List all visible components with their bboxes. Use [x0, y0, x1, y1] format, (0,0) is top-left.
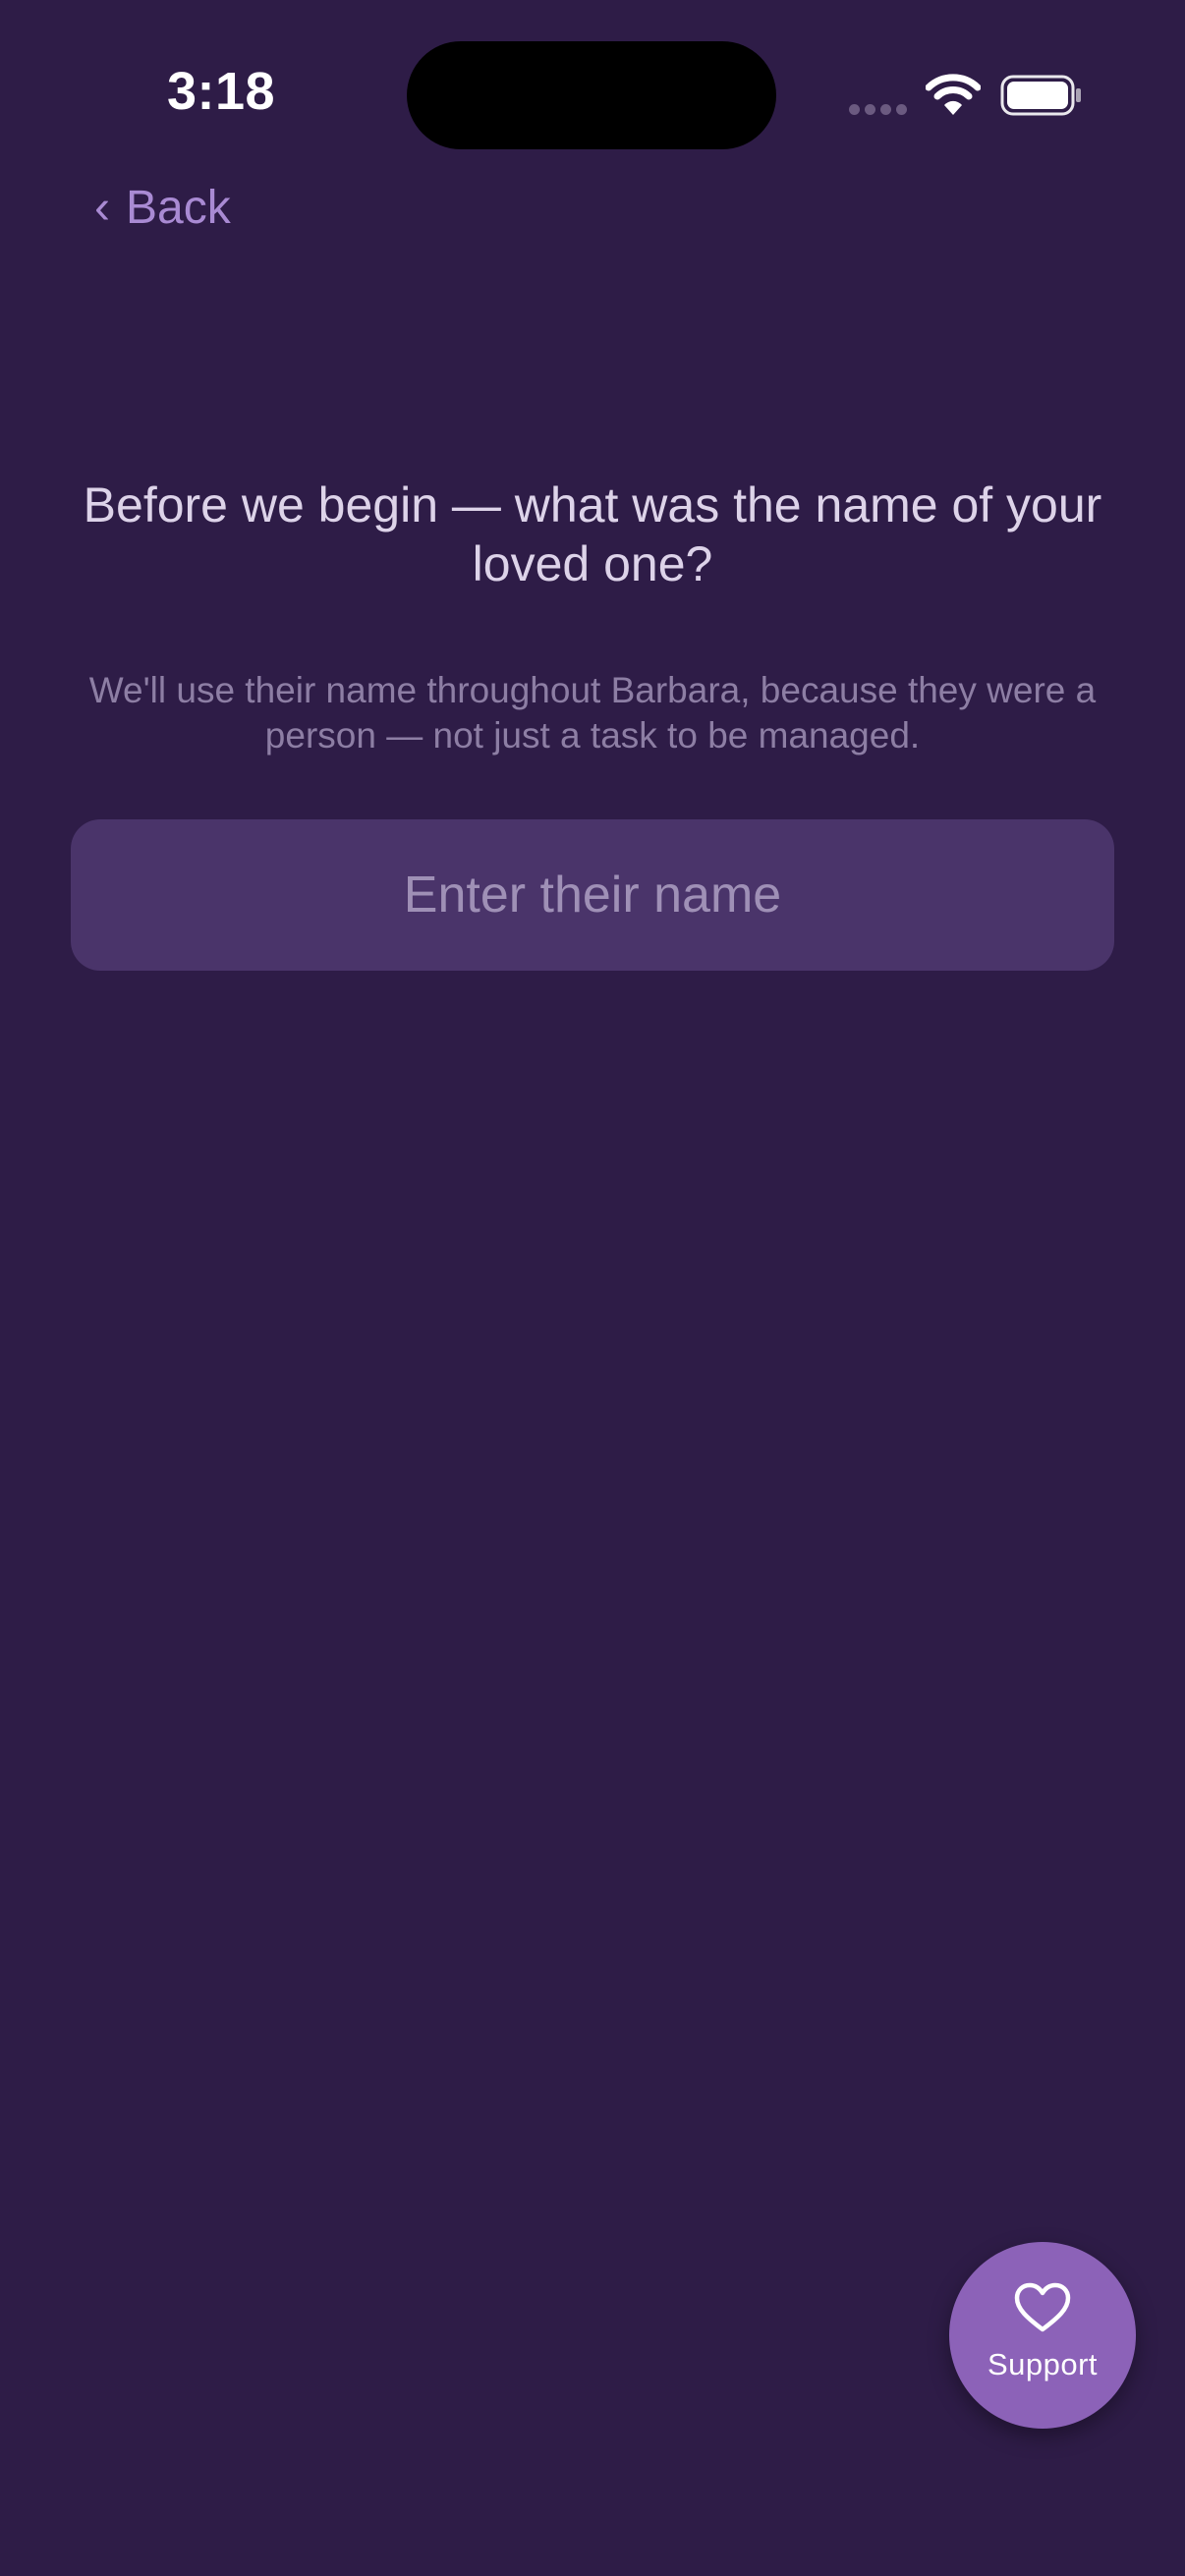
cellular-signal-icon [849, 104, 908, 116]
support-button[interactable]: Support [949, 2242, 1136, 2429]
status-time: 3:18 [167, 62, 276, 121]
status-bar: 3:18 [0, 0, 1185, 187]
battery-icon [1000, 75, 1081, 116]
question-subtitle: We'll use their name throughout Barbara,… [88, 670, 1097, 756]
dynamic-island [407, 41, 776, 149]
back-button[interactable]: ‹ Back [94, 181, 231, 235]
support-label: Support [987, 2347, 1099, 2381]
question-title: Before we begin — what was the name of y… [83, 477, 1102, 591]
wifi-icon [926, 74, 981, 115]
loved-one-name-input[interactable] [71, 819, 1114, 971]
heart-icon [1014, 2282, 1071, 2332]
back-label: Back [125, 182, 231, 234]
chevron-left-icon: ‹ [94, 181, 110, 234]
